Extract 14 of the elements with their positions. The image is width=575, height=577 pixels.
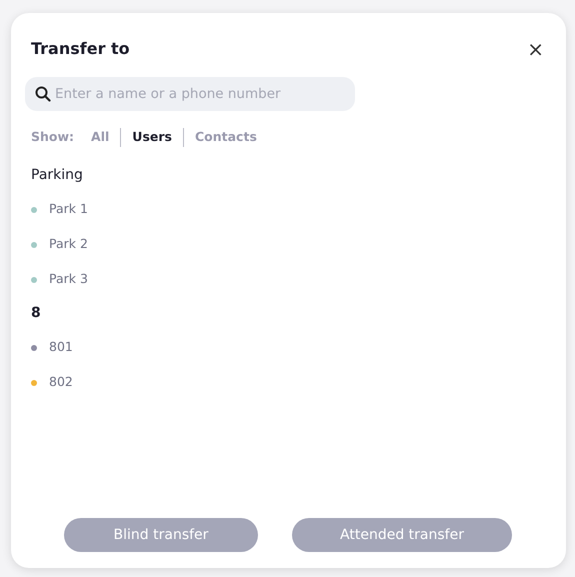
filter-tab[interactable]: All bbox=[80, 128, 120, 147]
dialog-title: Transfer to bbox=[31, 38, 130, 60]
contact-name[interactable]: 802 bbox=[49, 373, 73, 392]
contact-name[interactable]: Park 2 bbox=[49, 235, 88, 254]
contact-name[interactable]: Park 1 bbox=[49, 200, 88, 219]
group-heading: 8 bbox=[31, 305, 41, 321]
filter-tab[interactable]: Contacts bbox=[184, 128, 268, 147]
filter-tab[interactable]: Users bbox=[121, 128, 183, 147]
group-heading: Parking bbox=[31, 167, 83, 183]
contact-name[interactable]: 801 bbox=[49, 338, 73, 357]
close-button[interactable]: × bbox=[525, 39, 546, 59]
search-field[interactable]: Enter a name or a phone number bbox=[25, 77, 355, 111]
contact-name[interactable]: Park 3 bbox=[49, 270, 88, 289]
filter-label: Show: bbox=[31, 128, 74, 146]
